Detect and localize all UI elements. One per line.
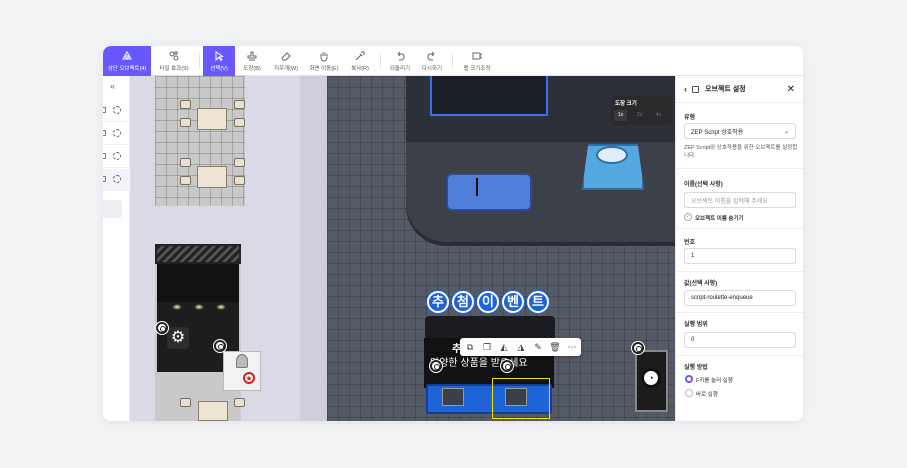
hand-icon — [320, 52, 328, 62]
layer-panel: « — [103, 76, 130, 421]
collapse-chevrons-icon[interactable]: « — [110, 82, 115, 91]
eraser-icon — [281, 52, 291, 61]
clock-icon: ◔ — [641, 368, 661, 388]
truss — [155, 244, 241, 264]
gear-icon[interactable] — [113, 129, 121, 137]
resize-map-button[interactable]: 맵 크기조정 — [457, 46, 497, 76]
gear-icon[interactable] — [113, 175, 121, 183]
panel-title: 오브젝트 설정 — [705, 86, 746, 93]
method-radio-immediate[interactable] — [685, 389, 693, 397]
object-gear-icon[interactable] — [632, 342, 644, 354]
gear-icon[interactable] — [113, 152, 121, 160]
object-settings-panel: ‹ 오브젝트 설정 ✕ 유형 ZEP Script 상호작용 ⌄ ZEP Scr… — [675, 76, 803, 421]
layer-eye-icon[interactable] — [103, 107, 106, 113]
range-input[interactable]: 0 — [684, 332, 796, 348]
name-input[interactable]: 오브젝트 이름을 입력해 주세요 — [684, 192, 796, 208]
undo-icon — [397, 51, 405, 61]
top-object-button[interactable]: 상단 오브젝트(4) — [103, 46, 151, 76]
layer-eye-icon[interactable] — [103, 176, 106, 182]
copy-tool-button[interactable]: 복사(R) — [345, 46, 375, 76]
map-canvas[interactable]: ⚙ ★ 도장 크기 1x 2x 4x 추 첨 이 벤 트 추 다양한 상품을 받… — [130, 76, 675, 421]
select-tool-button[interactable]: 선택(V) — [203, 46, 235, 76]
stamp-size-popup: 도장 크기 1x 2x 4x — [611, 96, 672, 125]
stamp-size-2x[interactable]: 2x — [633, 110, 646, 121]
panel-header: ‹ 오브젝트 설정 ✕ — [676, 76, 803, 103]
pan-tool-button[interactable]: 화면 이동(E) — [305, 46, 343, 76]
redo-icon — [427, 51, 435, 61]
object-context-toolbar: ⧉ ❐ ◭ ◮ ✎ 🗑 ⋯ — [460, 338, 581, 356]
value-input[interactable]: script-roulette-enqueue — [684, 290, 796, 306]
toolbar: 상단 오브젝트(4) 타일 효과(S) 선택(V) 도장(B) 지우개(W) 화… — [103, 46, 803, 76]
eraser-tool-button[interactable]: 지우개(W) — [269, 46, 303, 76]
event-booth[interactable]: 추 첨 이 벤 트 추 다양한 상품을 받으세요 — [422, 291, 556, 421]
delete-trash-icon[interactable]: 🗑 — [549, 341, 561, 353]
editor-window: 상단 오브젝트(4) 타일 효과(S) 선택(V) 도장(B) 지우개(W) 화… — [103, 46, 803, 421]
edit-pencil-icon[interactable]: ✎ — [532, 341, 544, 353]
object-gear-icon[interactable] — [430, 360, 442, 372]
screen — [430, 76, 548, 116]
number-input[interactable]: 1 — [684, 248, 796, 264]
podium — [446, 173, 532, 211]
object-gear-icon[interactable] — [501, 360, 513, 372]
gear-icon[interactable] — [113, 106, 121, 114]
tile-effect-button[interactable]: 타일 효과(S) — [153, 46, 195, 76]
close-icon[interactable]: ✕ — [787, 84, 795, 95]
more-dots-icon[interactable]: ⋯ — [566, 341, 578, 353]
resize-map-icon — [472, 52, 483, 60]
hide-name-checkbox[interactable]: ✓ — [684, 213, 692, 221]
select-cursor-icon — [215, 51, 224, 62]
table — [197, 166, 227, 188]
undo-button[interactable]: 되돌리기 — [385, 46, 415, 76]
top-object-icon — [122, 50, 132, 60]
layer-row[interactable] — [103, 100, 130, 122]
stamp-icon — [247, 51, 257, 61]
layer-eye-icon[interactable] — [103, 153, 106, 159]
tile-effect-icon — [169, 51, 179, 61]
copy-icon[interactable]: ⧉ — [464, 341, 476, 353]
monitor — [442, 388, 464, 406]
eyedropper-icon — [355, 51, 365, 61]
selection-box[interactable] — [492, 378, 550, 419]
flip-horizontal-icon[interactable]: ◭ — [498, 341, 510, 353]
layer-row[interactable] — [103, 146, 130, 168]
duplicate-icon[interactable]: ❐ — [481, 341, 493, 353]
stamp-size-4x[interactable]: 4x — [652, 110, 665, 121]
settings-gear-icon[interactable]: ⚙ — [167, 327, 189, 349]
star-badge-icon: ★ — [243, 372, 255, 384]
method-radio-f-key[interactable] — [685, 375, 693, 383]
back-chevron-icon[interactable]: ‹ — [684, 84, 687, 94]
object-gear-icon[interactable] — [214, 340, 226, 352]
event-banner: 추 첨 이 벤 트 — [427, 291, 551, 317]
chevron-down-icon: ⌄ — [783, 128, 789, 135]
object-icon — [692, 85, 699, 93]
microphone-icon — [476, 178, 478, 196]
layer-eye-icon[interactable] — [103, 130, 106, 136]
layer-add-slot[interactable] — [103, 200, 122, 218]
layer-row-selected[interactable] — [103, 169, 130, 191]
stamp-tool-button[interactable]: 도장(B) — [237, 46, 267, 76]
layer-row[interactable] — [103, 123, 130, 145]
stamp-size-1x[interactable]: 1x — [614, 110, 627, 121]
table — [197, 108, 227, 130]
flip-vertical-icon[interactable]: ◮ — [515, 341, 527, 353]
object-gear-icon[interactable] — [156, 322, 168, 334]
redo-button[interactable]: 다시하기 — [417, 46, 447, 76]
type-select[interactable]: ZEP Script 상호작용 ⌄ — [684, 123, 796, 139]
